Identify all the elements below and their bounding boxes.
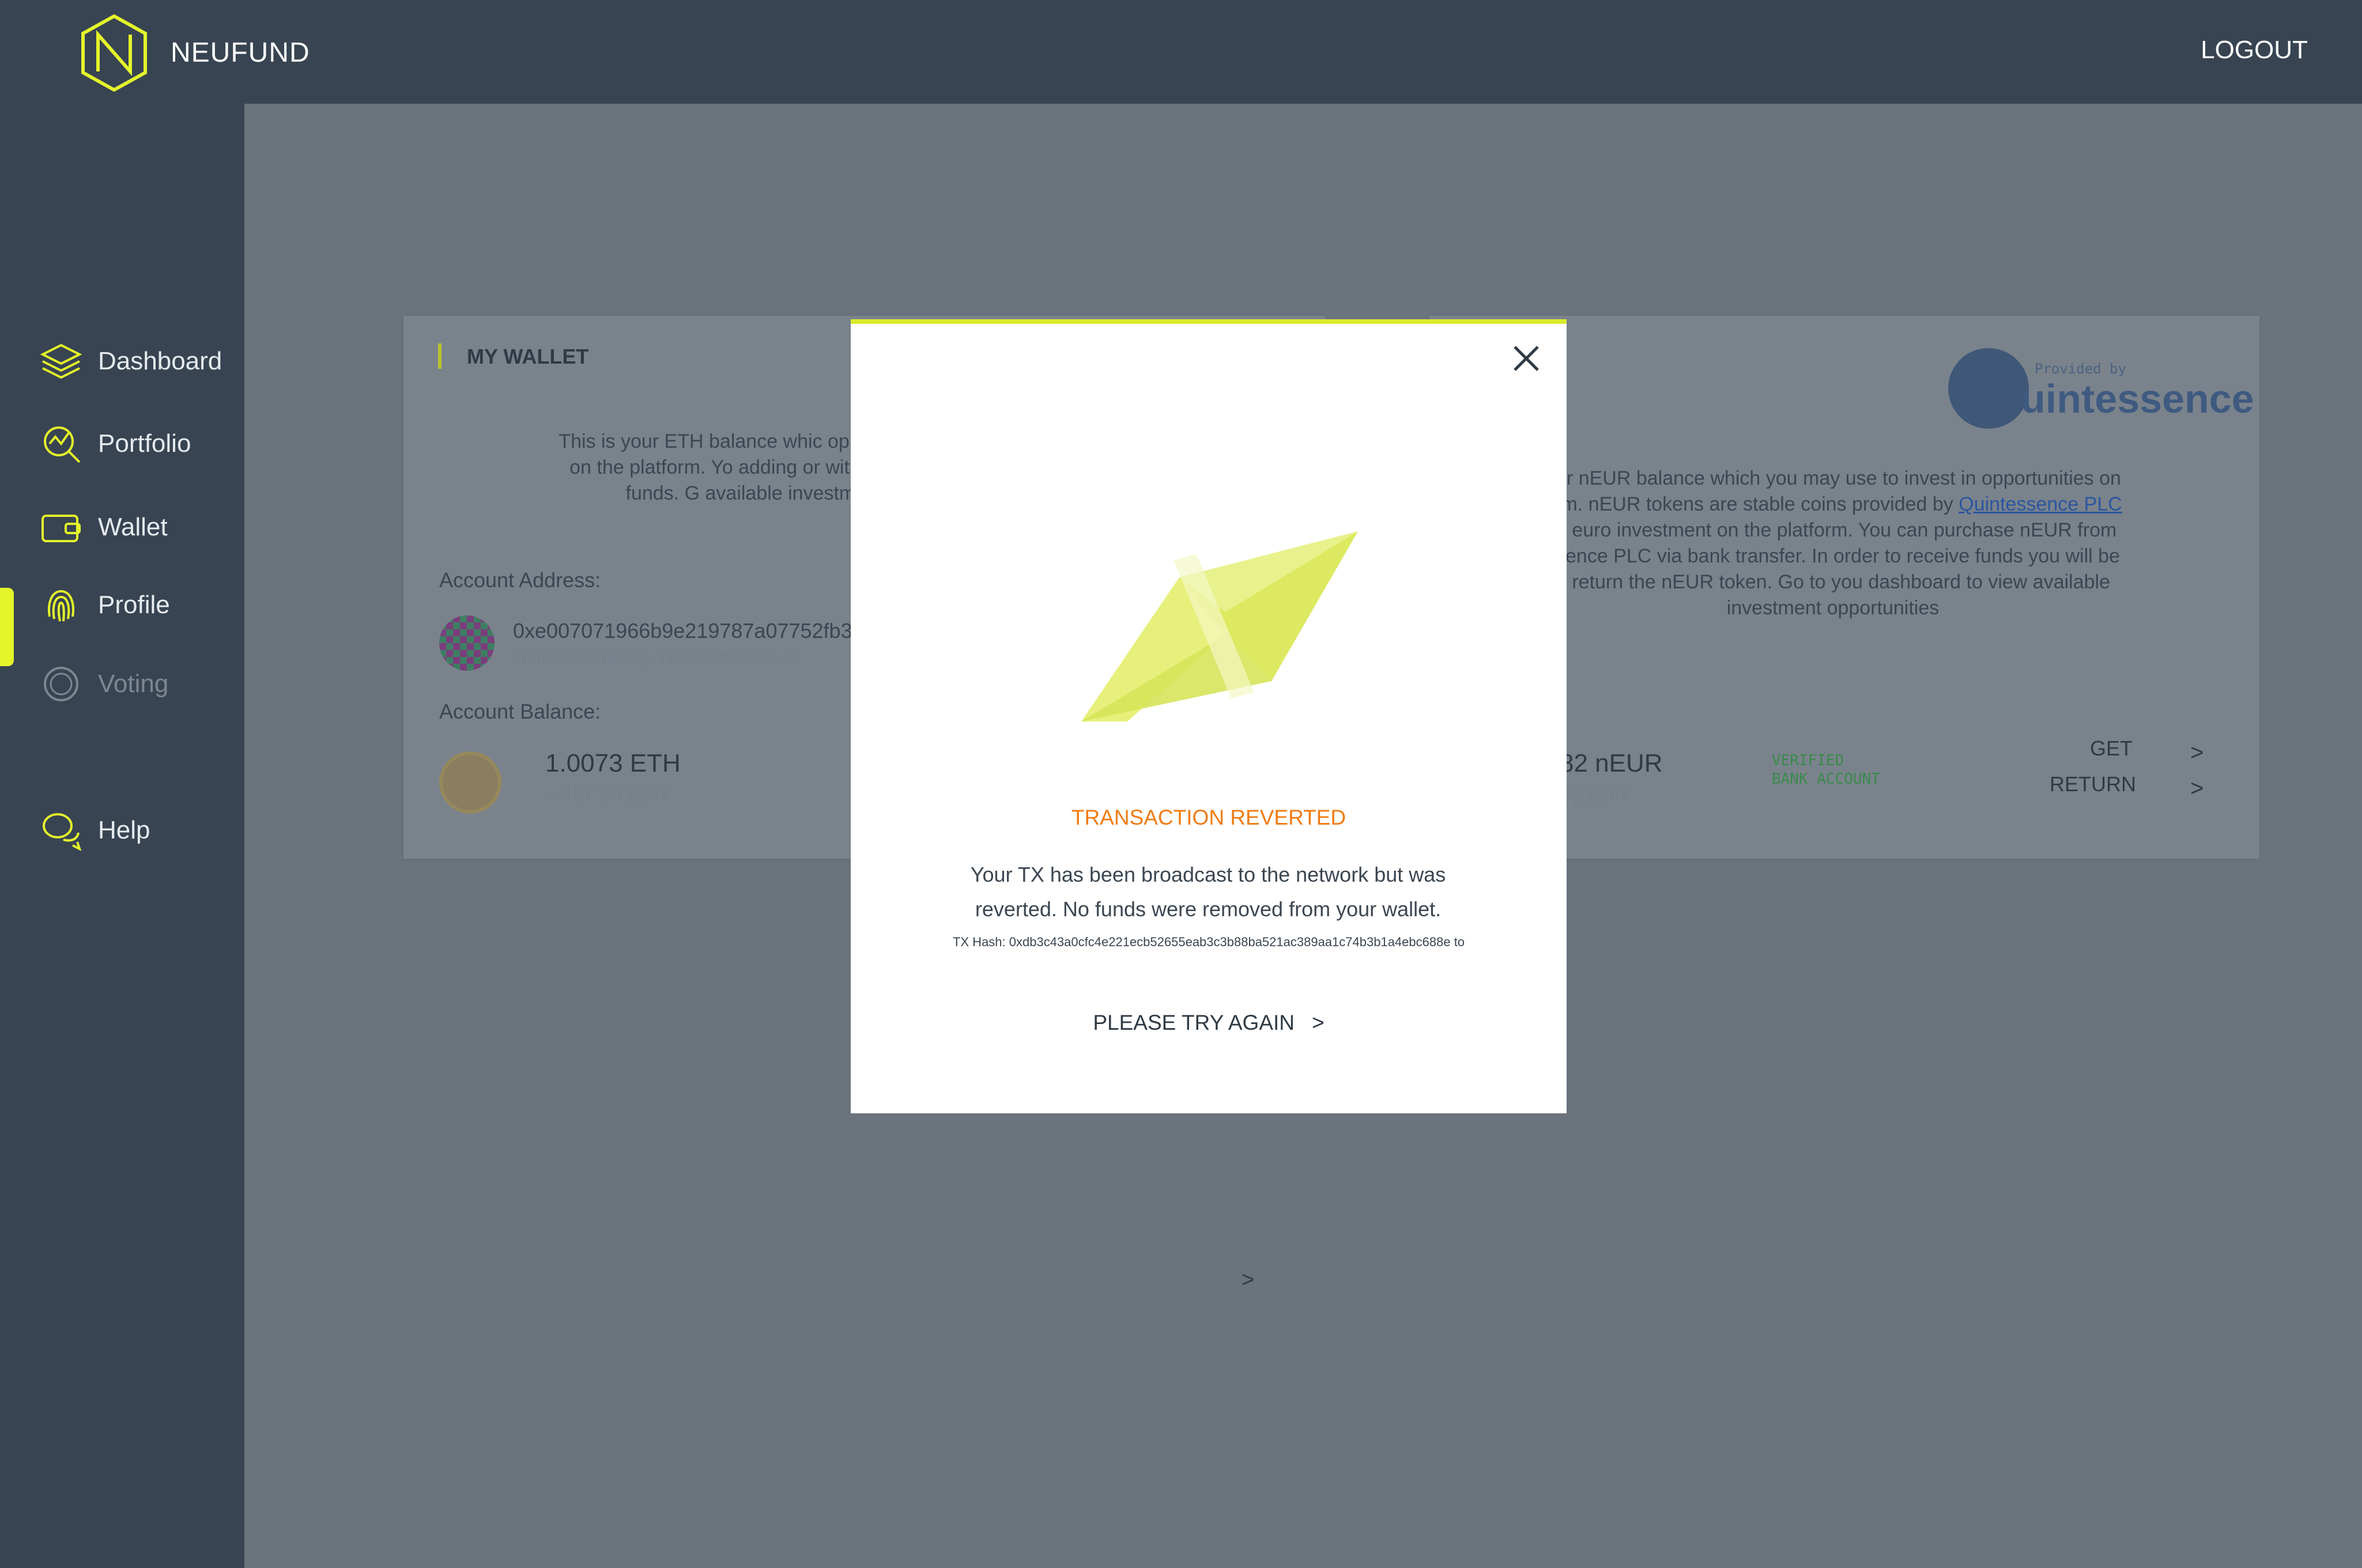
brand-name: NEUFUND [171,37,310,68]
wallet-card-title: MY WALLET [467,345,589,368]
vote-icon [44,667,78,701]
close-icon[interactable] [1509,341,1544,376]
identicon-avatar [439,615,495,671]
sidebar: Dashboard Portfolio Wallet Profile Votin… [0,104,244,1568]
sidebar-item-profile[interactable]: Profile [0,573,244,637]
tx-hash: TX Hash: 0xdb3c43a0cfc4e221ecb52655eab3c… [952,935,1465,949]
sidebar-item-label: Profile [98,591,170,619]
euro-desc-line: our nEUR balance which you may use to in… [1545,467,2121,489]
account-address[interactable]: 0xe007071966b9e219787a07752fb3 [513,619,852,643]
sidebar-item-label: Voting [98,670,169,698]
modal-message-line: Your TX has been broadcast to the networ… [970,863,1446,886]
sidebar-item-label: Portfolio [98,429,191,458]
euro-desc-line: o return the nEUR token. Go to you dashb… [1555,571,2110,593]
euro-desc-line: or euro investment on the platform. You … [1549,519,2117,541]
account-address-label: Account Address: [439,568,601,592]
neufund-logo-icon[interactable] [80,14,149,92]
modal-title: TRANSACTION REVERTED [1071,806,1346,829]
verified-bank-badge: VERIFIED BANK ACCOUNT [1772,751,1880,788]
sidebar-item-label: Wallet [98,513,168,541]
euro-desc-line: ssence PLC via bank transfer. In order t… [1546,545,2120,567]
try-again-button[interactable]: PLEASE TRY AGAIN > [851,1011,1567,1035]
modal-message: Your TX has been broadcast to the networ… [949,857,1467,927]
chevron-right-icon[interactable]: > [2190,776,2203,802]
return-neur-button[interactable]: RETURN [2050,772,2136,796]
quintessence-link[interactable]: Quintessence PLC [1959,493,2122,515]
eth-coin-icon [439,751,501,814]
sidebar-item-dashboard[interactable]: Dashboard [0,330,244,393]
eth-eur-value: ≈ 487.50 EUR [545,784,669,806]
modal-message-line: reverted. No funds were removed from you… [975,897,1442,921]
chevron-right-icon[interactable]: > [2190,740,2203,766]
layers-icon [40,343,82,379]
sidebar-item-help[interactable]: Help [0,799,244,862]
sidebar-item-wallet[interactable]: Wallet [0,496,244,559]
verified-text: VERIFIED [1772,752,1844,769]
top-bar: NEUFUND LOGOUT [0,0,2362,104]
fingerprint-icon [48,590,74,622]
account-balance-label: Account Balance: [439,700,601,723]
euro-desc-line: orm. nEUR tokens are stable coins provid… [1522,492,2144,517]
chat-bubbles-icon [43,813,82,851]
quintessence-circle-icon [1948,348,2029,429]
sidebar-item-voting[interactable]: Voting [0,652,244,716]
transaction-history-link[interactable]: Transaction History: https://etherscan.i… [513,649,797,667]
get-neur-button[interactable]: GET [2090,736,2133,761]
title-accent [438,343,442,369]
wallet-icon [41,515,81,542]
sidebar-item-label: Dashboard [98,347,222,375]
euro-desc-text: orm. nEUR tokens are stable coins provid… [1544,493,1953,515]
chevron-right-icon: > [1312,1011,1325,1034]
sidebar-item-label: Help [98,816,150,844]
sidebar-item-portfolio[interactable]: Portfolio [0,412,244,475]
transaction-modal: TRANSACTION REVERTED Your TX has been br… [851,319,1567,1113]
chevron-right-icon[interactable]: > [1242,1268,1254,1293]
bank-account-text: BANK ACCOUNT [1772,770,1880,788]
portfolio-chart-icon [44,426,81,463]
neur-balance: 82 nEUR [1560,749,1663,777]
logout-button[interactable]: LOGOUT [2201,36,2308,65]
euro-description: our nEUR balance which you may use to in… [1522,466,2144,621]
try-again-label: PLEASE TRY AGAIN [1093,1011,1295,1034]
provider-name: uintessence [2021,376,2254,421]
ethereum-crystal-illustration [1081,531,1358,721]
eth-balance: 1.0073 ETH [545,749,681,777]
neur-eur-value: 82 EUR [1560,784,1629,806]
euro-desc-line: investment opportunities [1726,597,1940,619]
quintessence-logo: Provided by uintessence [1948,348,2254,434]
provided-by-text: Provided by [2035,361,2126,377]
